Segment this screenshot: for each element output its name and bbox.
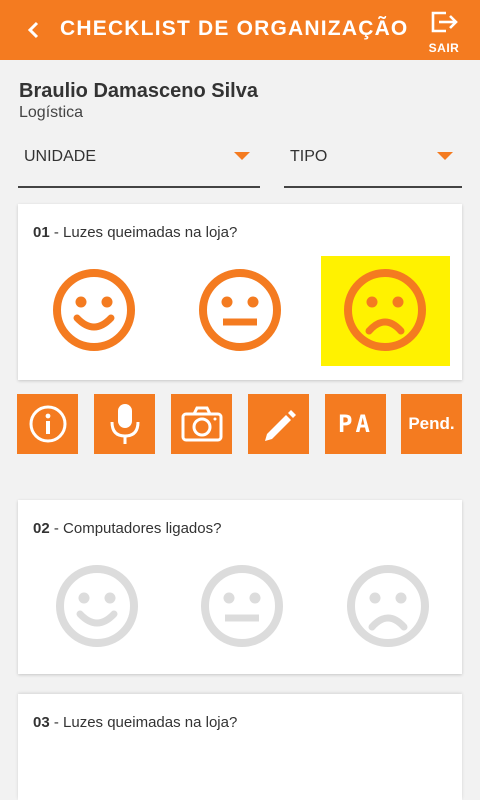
question-label: 02 - Computadores ligados? (33, 520, 221, 537)
tipo-select-label: TIPO (290, 148, 328, 165)
microphone-button[interactable] (94, 394, 155, 454)
neutral-face-icon (201, 565, 283, 647)
happy-face-icon (53, 269, 135, 351)
user-department: Logística (19, 104, 84, 121)
back-button[interactable] (18, 14, 48, 46)
logout-icon (431, 11, 458, 33)
question-text: - Luzes queimadas na loja? (49, 224, 238, 241)
page-title: CHECKLIST DE ORGANIZAÇÃO (60, 17, 409, 40)
user-info: Braulio Damasceno Silva Logística (19, 80, 258, 122)
microphone-icon (110, 404, 139, 444)
sad-face-option[interactable] (346, 564, 430, 648)
question-text: - Computadores ligados? (49, 520, 222, 537)
pencil-icon (264, 410, 296, 441)
sad-face-option-selected[interactable] (321, 256, 450, 366)
question-card: 02 - Computadores ligados? (18, 500, 462, 674)
pending-button[interactable]: Pend. (401, 394, 462, 454)
edit-button[interactable] (248, 394, 309, 454)
unidade-select-label: UNIDADE (24, 148, 97, 165)
happy-face-icon (56, 565, 138, 647)
sad-face-icon (344, 269, 426, 351)
question-label: 03 - Luzes queimadas na loja? (33, 714, 237, 731)
question-card: 03 - Luzes queimadas na loja? (18, 694, 462, 800)
pa-button[interactable]: PA (325, 394, 386, 454)
happy-face-option[interactable] (55, 564, 139, 648)
info-icon (29, 405, 66, 443)
neutral-face-option[interactable] (198, 268, 282, 352)
sad-face-icon (347, 565, 429, 647)
happy-face-option[interactable] (52, 268, 136, 352)
question-card: 01 - Luzes queimadas na loja? (18, 204, 462, 380)
unidade-select[interactable]: UNIDADE (18, 140, 260, 188)
question-actions: PA Pend. (17, 394, 462, 454)
pa-label: PA (338, 410, 373, 438)
question-number: 01 (33, 224, 50, 241)
neutral-face-option[interactable] (200, 564, 284, 648)
tipo-select[interactable]: TIPO (284, 140, 462, 188)
neutral-face-icon (199, 269, 281, 351)
question-number: 03 (33, 714, 50, 731)
info-button[interactable] (17, 394, 78, 454)
user-name: Braulio Damasceno Silva (19, 80, 258, 102)
question-label: 01 - Luzes queimadas na loja? (33, 224, 237, 241)
chevron-left-icon (27, 21, 39, 39)
sad-face-option (343, 268, 427, 352)
camera-button[interactable] (171, 394, 232, 454)
pending-label: Pend. (408, 414, 455, 433)
dropdown-caret-icon (234, 152, 250, 160)
dropdown-caret-icon (437, 152, 453, 160)
exit-button[interactable]: SAIR (420, 10, 468, 55)
question-number: 02 (33, 520, 50, 537)
app-header: CHECKLIST DE ORGANIZAÇÃO SAIR (0, 0, 480, 60)
exit-label: SAIR (428, 41, 460, 55)
camera-icon (181, 406, 222, 442)
question-text: - Luzes queimadas na loja? (49, 714, 238, 731)
